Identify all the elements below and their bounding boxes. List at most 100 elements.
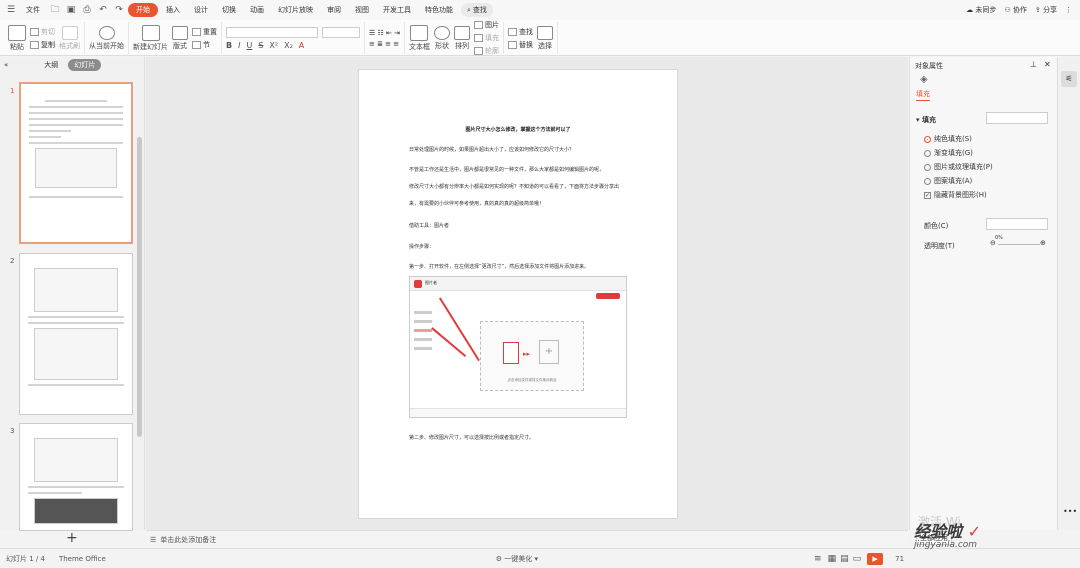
sorter-view-icon[interactable]: ▤ (840, 554, 849, 564)
replace-button[interactable]: 替换 (507, 40, 533, 50)
copy-label: 复制 (41, 40, 55, 49)
editing-canvas[interactable]: 图片尺寸大小怎么修改，掌握这个方法就可以了 日常处理图片的时候，如果图片超出大小… (146, 57, 908, 530)
hide-bg-checkbox[interactable]: ✓ 隐藏背景图形(H) (924, 190, 987, 200)
tab-review[interactable]: 审阅 (321, 3, 347, 17)
search-button[interactable]: ⌕ 查找 (461, 3, 493, 17)
slide-page[interactable]: 图片尺寸大小怎么修改，掌握这个方法就可以了 日常处理图片的时候，如果图片超出大小… (358, 69, 678, 519)
tab-home[interactable]: 开始 (128, 3, 158, 17)
normal-view-icon[interactable]: ▦ (828, 554, 837, 564)
italic-icon[interactable]: I (238, 41, 240, 50)
cut-label: 剪切 (41, 27, 55, 36)
doc-title: 图片尺寸大小怎么修改，掌握这个方法就可以了 (465, 127, 571, 133)
share-button[interactable]: ⇪ 分享 (1035, 5, 1057, 15)
tab-view[interactable]: 视图 (349, 3, 375, 17)
option-label: 图片或纹理填充(P) (934, 163, 993, 171)
format-painter-button[interactable]: 格式刷 (59, 25, 80, 51)
picture-button[interactable]: 图片 (473, 20, 499, 30)
slide-thumbnail-2[interactable] (19, 253, 133, 415)
collab-button[interactable]: ⚇ 协作 (1004, 5, 1027, 15)
reading-view-icon[interactable]: ▭ (853, 554, 862, 564)
bullets-icon[interactable]: ☰ ☷ ⇤ ⇥ (369, 29, 400, 37)
copy-button[interactable]: 复制 (30, 40, 55, 50)
play-from-current-button[interactable]: 从当前开始 (89, 25, 124, 51)
pin-icon[interactable]: ⊥ (1030, 60, 1037, 69)
add-slide-button[interactable]: + (66, 530, 78, 546)
shape-button[interactable]: 形状 (433, 25, 450, 51)
picture-fill-option[interactable]: 图片或纹理填充(P) (924, 162, 993, 172)
font-name-field[interactable] (226, 26, 318, 38)
tab-outline[interactable]: 大纲 (44, 60, 58, 70)
notes-area[interactable]: ☰ 单击此处添加备注 (146, 530, 908, 548)
close-icon[interactable]: ✕ (1044, 60, 1051, 69)
menu-icon[interactable]: ☰ (4, 4, 18, 16)
find-icon (507, 27, 517, 36)
fill-button[interactable]: 填充 (473, 33, 499, 43)
arrange-button[interactable]: 排列 (453, 25, 470, 51)
tab-special[interactable]: 特色功能 (419, 3, 459, 17)
slide-thumbnail-3[interactable] (19, 423, 133, 531)
embedded-screenshot[interactable]: 图片者 ▸▸ + 点击添加文件或将文件拖动到此 (409, 276, 627, 418)
transparency-plus-icon[interactable]: ⊕ (1040, 239, 1046, 247)
file-menu[interactable]: 文件 (20, 3, 46, 17)
color-dropdown[interactable] (986, 218, 1048, 230)
outline-label: 轮廓 (484, 47, 499, 55)
tab-insert[interactable]: 插入 (160, 3, 186, 17)
reset-button[interactable]: 重置 (192, 27, 217, 37)
sync-button[interactable]: ☁ 未同步 (966, 5, 996, 15)
tab-developer[interactable]: 开发工具 (377, 3, 417, 17)
theme-name: Theme Office (58, 554, 106, 563)
copy-icon (30, 40, 39, 49)
color-label: 颜色(C) (924, 222, 949, 230)
transparency-slider[interactable] (998, 244, 1040, 245)
beautify-button[interactable]: ⚙ 一键美化 ▾ (496, 554, 538, 564)
textbox-button[interactable]: 文本框 (409, 24, 430, 52)
new-slide-button[interactable]: 新建幻灯片 (133, 24, 168, 52)
pattern-fill-option[interactable]: 图案填充(A) (924, 176, 972, 186)
slide-thumbnail-1[interactable] (19, 82, 133, 244)
section-button[interactable]: 节 (192, 40, 217, 50)
more-icon[interactable]: ⋮ (1065, 6, 1072, 14)
font-color-icon[interactable]: A (299, 41, 304, 50)
layout-button[interactable]: 版式 (172, 25, 188, 51)
slide-panel-scrollbar[interactable] (137, 137, 142, 437)
underline-icon[interactable]: U (246, 41, 252, 50)
tab-transition[interactable]: 切换 (216, 3, 242, 17)
collapse-panel-icon[interactable]: « (4, 61, 8, 69)
tab-design[interactable]: 设计 (188, 3, 214, 17)
align-icon[interactable]: ≡ ≣ ≡ ≡ (369, 40, 400, 48)
radio-icon (924, 177, 931, 185)
cut-button[interactable]: 剪切 (30, 27, 55, 37)
notes-toggle-icon[interactable]: ≡ (814, 554, 822, 564)
zoom-level[interactable]: 71 (895, 555, 904, 563)
solid-fill-option[interactable]: 纯色填充(S) (924, 134, 972, 144)
redo-icon[interactable]: ↷ (112, 4, 126, 16)
fill-dropdown[interactable] (986, 112, 1048, 124)
tab-fill[interactable]: 填充 (916, 89, 930, 101)
bold-icon[interactable]: B (226, 41, 232, 50)
superscript-icon[interactable]: X² (269, 41, 278, 50)
tab-slideshow[interactable]: 幻灯片放映 (272, 3, 319, 17)
beautify-label: 一键美化 (504, 554, 533, 563)
gradient-fill-option[interactable]: 渐变填充(G) (924, 148, 973, 158)
undo-icon[interactable]: ↶ (96, 4, 110, 16)
tab-slides[interactable]: 幻灯片 (68, 59, 102, 71)
print-icon[interactable]: ⎙ (80, 4, 94, 16)
paste-button[interactable]: 粘贴 (8, 24, 26, 52)
play-slideshow-button[interactable]: ▶ (867, 552, 884, 565)
tab-animation[interactable]: 动画 (244, 3, 270, 17)
transparency-value: 0% (995, 235, 1003, 241)
find-button[interactable]: 查找 (507, 27, 533, 37)
properties-icon[interactable]: ⚟ (1061, 71, 1077, 87)
strikethrough-icon[interactable]: S (258, 41, 263, 50)
outline-button[interactable]: 轮廓 (473, 46, 499, 56)
save-icon[interactable]: ▣ (64, 4, 78, 16)
fill-section-header[interactable]: ▾ 填充 (916, 115, 936, 125)
font-size-field[interactable] (322, 26, 360, 38)
fill-section-label: 填充 (921, 116, 936, 124)
more-icon[interactable]: ••• (1063, 507, 1077, 516)
subscript-icon[interactable]: X₂ (284, 41, 293, 50)
open-icon[interactable]: 🗀 (48, 4, 62, 16)
app-logo-icon (414, 280, 422, 288)
select-button[interactable]: 选择 (536, 25, 553, 51)
fill-icon (473, 34, 483, 42)
